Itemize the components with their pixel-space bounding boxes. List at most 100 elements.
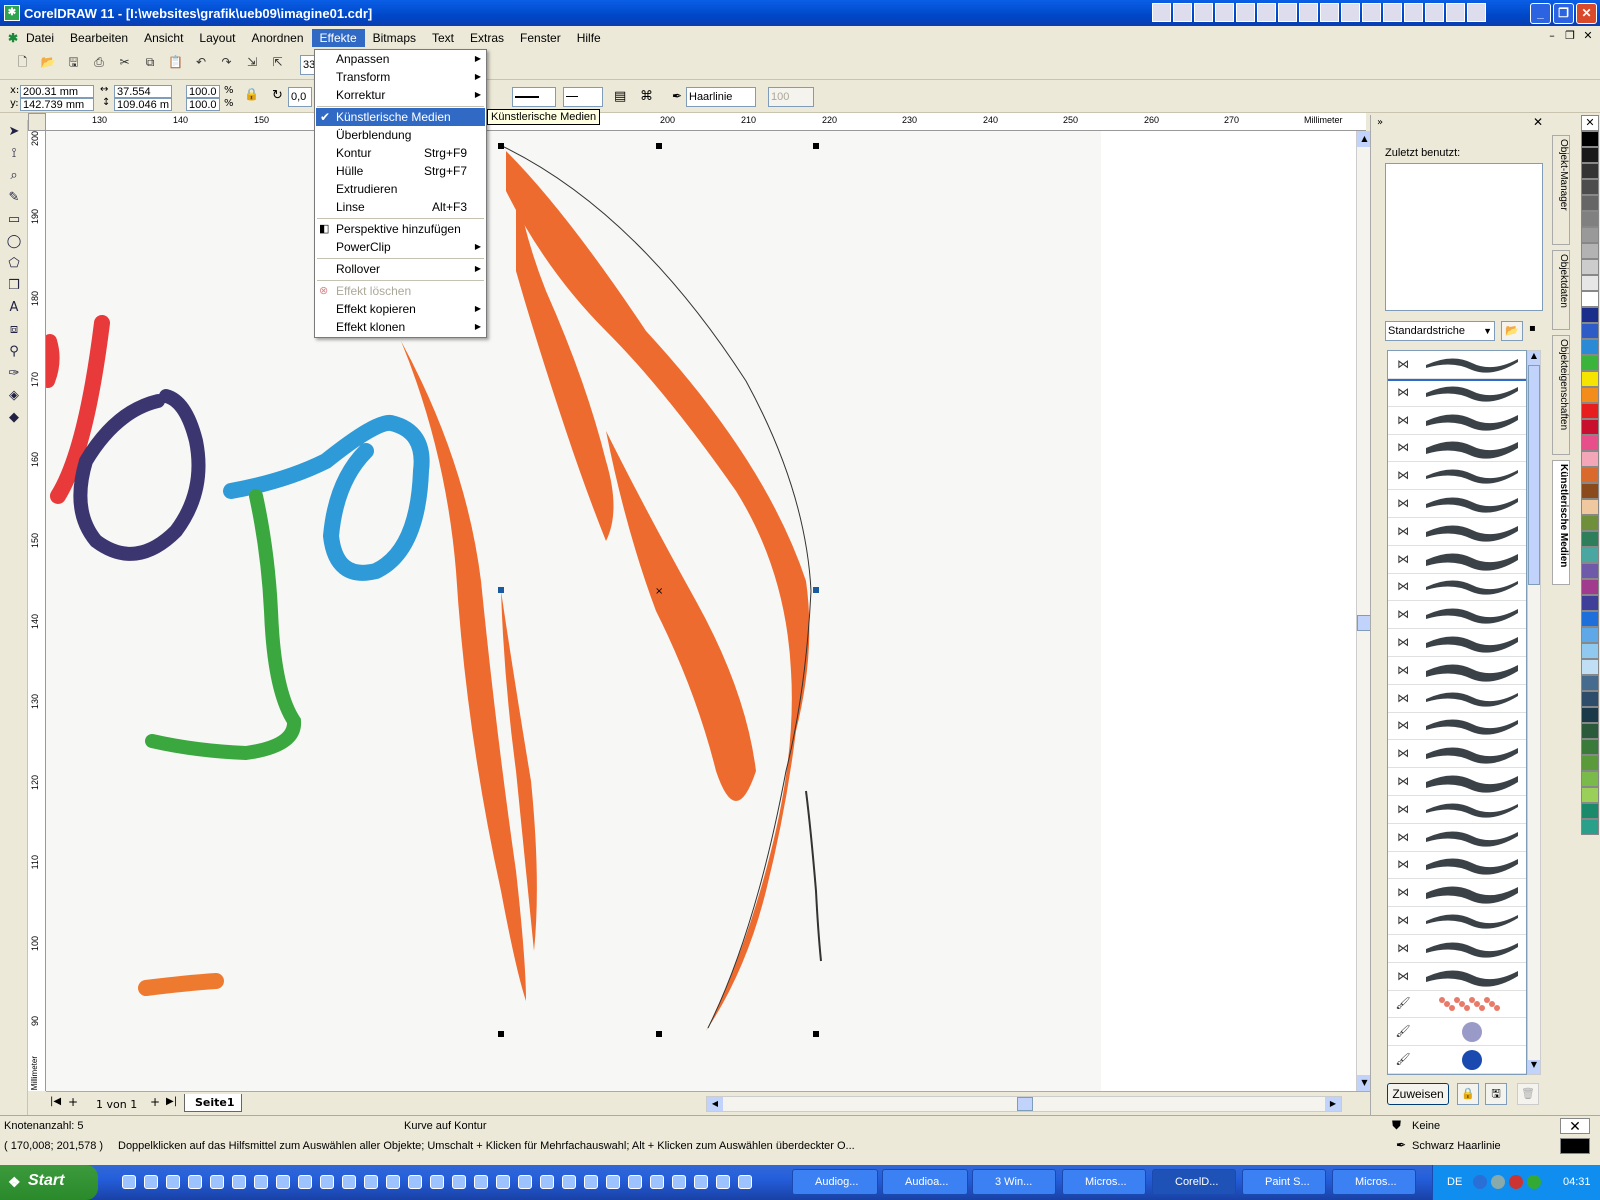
color-swatch[interactable] xyxy=(1581,403,1599,419)
ql-desktop-icon[interactable] xyxy=(122,1175,136,1189)
docker-close-icon[interactable]: ✕ xyxy=(1533,115,1543,129)
menu-item-korrektur[interactable]: Korrektur ▶ xyxy=(316,86,485,104)
ql-app-icon-17[interactable] xyxy=(474,1175,488,1189)
color-swatch[interactable] xyxy=(1581,227,1599,243)
interactive-fill-icon[interactable]: ◆ xyxy=(3,408,25,428)
ql-app-icon-22[interactable] xyxy=(584,1175,598,1189)
menu-item-powerclip[interactable]: PowerClip ▶ xyxy=(316,238,485,256)
menu-bearbeiten[interactable]: Bearbeiten xyxy=(62,29,136,47)
menu-item-effekt-klonen[interactable]: Effekt klonen ▶ xyxy=(316,318,485,336)
delete-icon[interactable]: 🗑 xyxy=(1517,1083,1539,1105)
ql-icon-12[interactable] xyxy=(1383,3,1402,22)
menu-ansicht[interactable]: Ansicht xyxy=(136,29,191,47)
text-tool-icon[interactable]: A xyxy=(3,298,25,318)
tray-network-icon[interactable] xyxy=(1491,1175,1505,1189)
color-swatch[interactable] xyxy=(1581,483,1599,499)
save-icon[interactable]: 🖫 xyxy=(64,52,84,72)
color-swatch[interactable] xyxy=(1581,643,1599,659)
ql-icon-11[interactable] xyxy=(1362,3,1381,22)
tab-objekt-manager[interactable]: Objekt-Manager xyxy=(1552,135,1570,245)
ql-icon-14[interactable] xyxy=(1425,3,1444,22)
color-swatch[interactable] xyxy=(1581,259,1599,275)
stroke-preset-item[interactable]: ⋈ xyxy=(1388,851,1526,880)
last-page-icon[interactable]: ▶| xyxy=(166,1096,177,1107)
wrap-text-icon[interactable]: ▤ xyxy=(614,89,626,104)
menu-bitmaps[interactable]: Bitmaps xyxy=(365,29,424,47)
menu-anordnen[interactable]: Anordnen xyxy=(243,29,311,47)
selection-handle-tl[interactable] xyxy=(498,143,504,149)
menu-layout[interactable]: Layout xyxy=(191,29,243,47)
color-swatch[interactable] xyxy=(1581,467,1599,483)
task-micros-2[interactable]: Micros... xyxy=(1332,1169,1416,1195)
stroke-preset-item[interactable]: ⋈ xyxy=(1388,768,1526,796)
color-swatch[interactable] xyxy=(1581,451,1599,467)
color-swatch[interactable] xyxy=(1581,531,1599,547)
horizontal-ruler[interactable]: 130 140 150 200 210 220 230 240 250 260 … xyxy=(46,113,1366,131)
stroke-preset-item[interactable]: ⋈ xyxy=(1388,824,1526,852)
ql-app-icon-29[interactable] xyxy=(738,1175,752,1189)
ql-icon-4[interactable] xyxy=(1215,3,1234,22)
ql-app-icon-24[interactable] xyxy=(628,1175,642,1189)
ql-icon-6[interactable] xyxy=(1257,3,1276,22)
color-swatch[interactable] xyxy=(1581,243,1599,259)
stroke-preset-item[interactable]: ⋈ xyxy=(1388,546,1526,574)
color-swatch[interactable] xyxy=(1581,723,1599,739)
ql-app-icon-8[interactable] xyxy=(276,1175,290,1189)
menu-datei[interactable]: Datei xyxy=(18,29,62,47)
color-swatch[interactable] xyxy=(1581,515,1599,531)
ql-icon-9[interactable] xyxy=(1320,3,1339,22)
color-swatch[interactable] xyxy=(1581,547,1599,563)
outline-width-dropdown[interactable]: Haarlinie xyxy=(686,87,756,107)
language-indicator[interactable]: DE xyxy=(1447,1176,1462,1188)
color-swatch[interactable] xyxy=(1581,307,1599,323)
stroke-preset-item[interactable]: ⋈ xyxy=(1388,963,1526,991)
stroke-category-dropdown[interactable]: Standardstriche ▼ xyxy=(1385,321,1495,341)
stroke-preset-item[interactable]: ⋈ xyxy=(1388,601,1526,630)
stroke-preset-item[interactable]: ⋈ xyxy=(1388,879,1526,908)
ql-icon-8[interactable] xyxy=(1299,3,1318,22)
selection-handle-tr[interactable] xyxy=(813,143,819,149)
stroke-preset-item[interactable]: 🖌 xyxy=(1388,1018,1526,1047)
paste-icon[interactable]: 📋 xyxy=(166,52,186,72)
zoom-tool-icon[interactable]: ⌕ xyxy=(3,166,25,186)
menu-item-extrudieren[interactable]: Extrudieren xyxy=(316,180,485,198)
tab-kuenstlerische-medien[interactable]: Künstlerische Medien xyxy=(1552,460,1570,585)
stroke-preset-item[interactable]: ⋈ xyxy=(1388,685,1526,713)
task-audiog[interactable]: Audiog... xyxy=(792,1169,878,1195)
ql-ie-icon[interactable] xyxy=(144,1175,158,1189)
stroke-preset-item[interactable]: ⋈ xyxy=(1388,796,1526,824)
interactive-tool-icon[interactable]: ⧈ xyxy=(3,320,25,340)
color-swatch[interactable] xyxy=(1581,435,1599,451)
stroke-preset-item[interactable]: 🖌 xyxy=(1388,990,1526,1019)
convert-curves-icon[interactable]: ⌘ xyxy=(640,89,653,104)
selection-handle-bl[interactable] xyxy=(498,1031,504,1037)
ql-app-icon-25[interactable] xyxy=(650,1175,664,1189)
rectangle-tool-icon[interactable]: ▭ xyxy=(3,210,25,230)
color-swatch[interactable] xyxy=(1581,627,1599,643)
color-swatch[interactable] xyxy=(1581,291,1599,307)
scroll-right-icon[interactable]: ▶ xyxy=(1325,1097,1341,1111)
horizontal-scroll-thumb[interactable] xyxy=(1017,1097,1033,1111)
stroke-preset-item[interactable]: 🖌 xyxy=(1388,1046,1526,1074)
stroke-preset-item[interactable]: ⋈ xyxy=(1388,712,1526,741)
ql-app-icon-14[interactable] xyxy=(408,1175,422,1189)
cut-icon[interactable]: ✂ xyxy=(115,52,135,72)
ql-icon-10[interactable] xyxy=(1341,3,1360,22)
color-swatch[interactable] xyxy=(1581,419,1599,435)
basic-shapes-icon[interactable]: ❒ xyxy=(3,276,25,296)
ql-app-icon-27[interactable] xyxy=(694,1175,708,1189)
tray-help-icon[interactable] xyxy=(1473,1175,1487,1189)
pick-tool-icon[interactable]: ➤ xyxy=(3,122,25,142)
lock-icon[interactable]: 🔒 xyxy=(1457,1083,1479,1105)
color-swatch[interactable] xyxy=(1581,595,1599,611)
undo-icon[interactable]: ↶ xyxy=(191,52,211,72)
first-page-icon[interactable]: |◀ xyxy=(50,1096,61,1107)
page-tab-seite1[interactable]: Seite1 xyxy=(184,1094,242,1112)
selection-handle-bc[interactable] xyxy=(656,1031,662,1037)
ql-icon-3[interactable] xyxy=(1194,3,1213,22)
color-swatch[interactable] xyxy=(1581,659,1599,675)
color-swatch[interactable] xyxy=(1581,339,1599,355)
stroke-preset-item[interactable]: ⋈ xyxy=(1388,379,1526,407)
task-3-win[interactable]: 3 Win... xyxy=(972,1169,1056,1195)
color-swatch[interactable] xyxy=(1581,707,1599,723)
